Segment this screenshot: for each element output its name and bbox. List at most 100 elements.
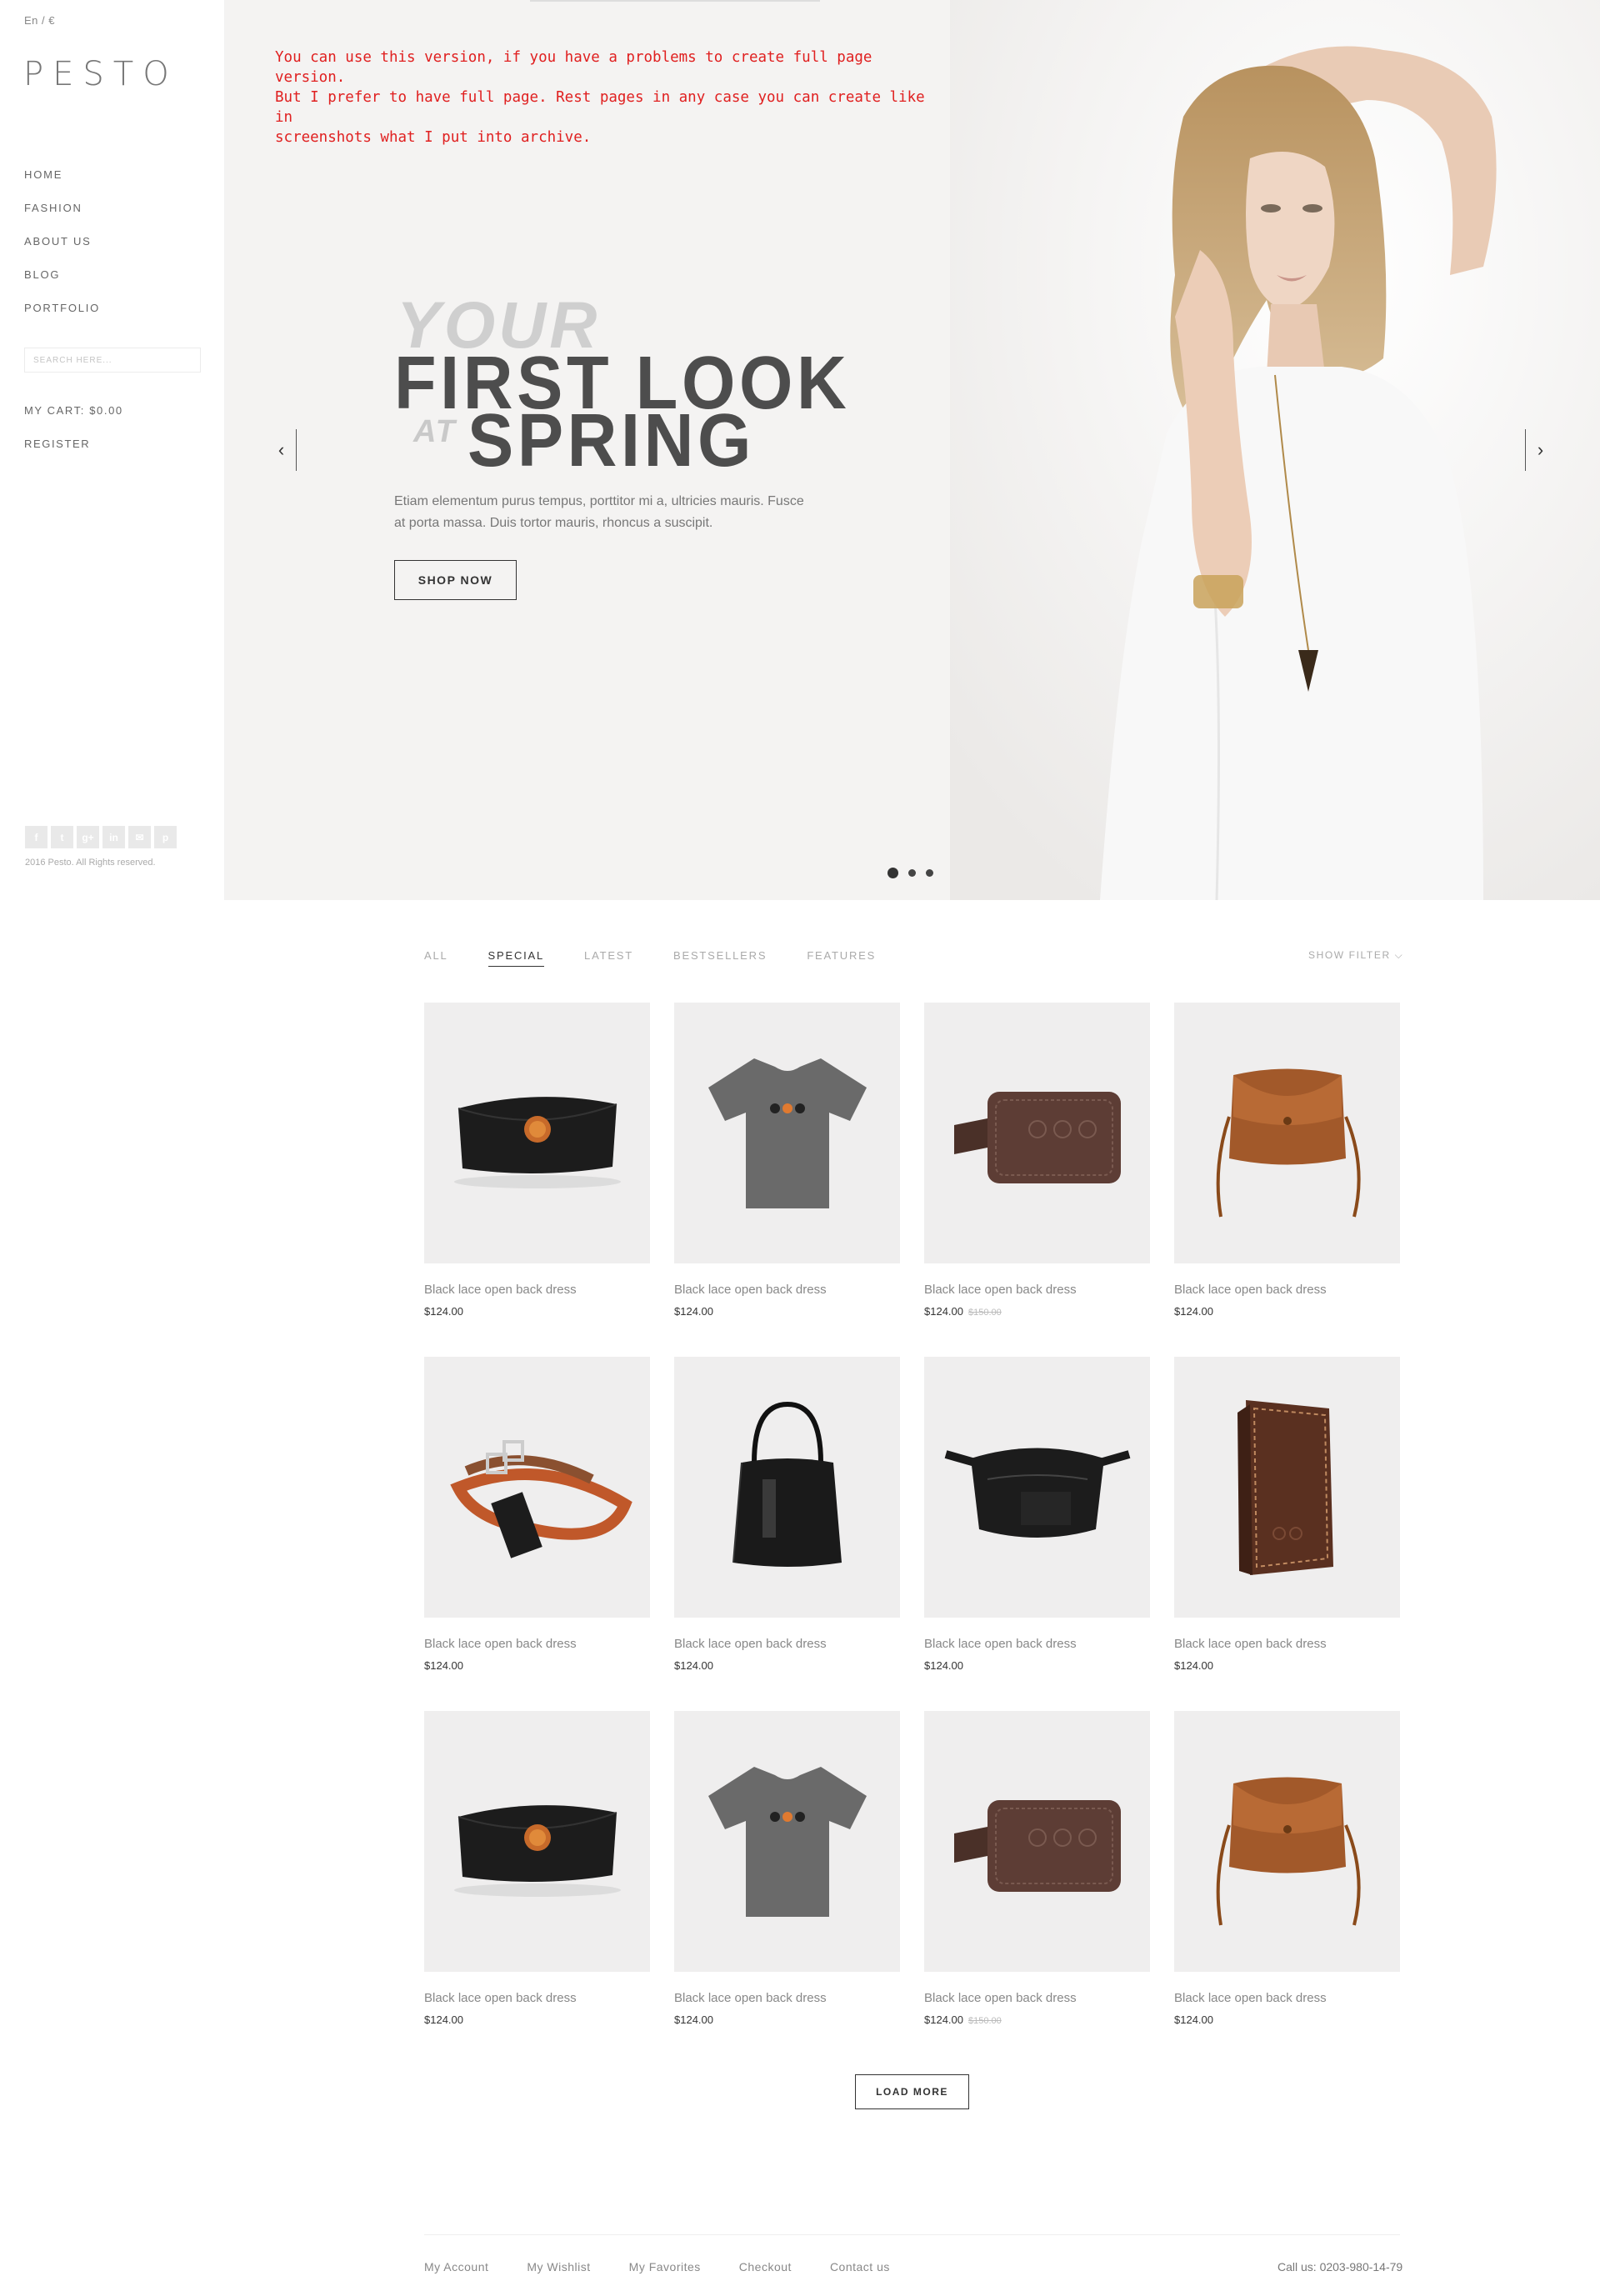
- product-name[interactable]: Black lace open back dress: [674, 1991, 900, 2005]
- product-name[interactable]: Black lace open back dress: [924, 1637, 1150, 1651]
- tab-latest[interactable]: LATEST: [584, 949, 633, 967]
- product-card[interactable]: Black lace open back dress $124.00: [424, 1003, 650, 1357]
- google-plus-icon[interactable]: g+: [77, 826, 99, 848]
- product-price: $124.00: [424, 1305, 650, 1318]
- product-image[interactable]: [424, 1357, 650, 1618]
- product-image[interactable]: [924, 1003, 1150, 1263]
- cart-link[interactable]: MY CART: $0.00: [24, 404, 123, 417]
- tab-special[interactable]: SPECIAL: [488, 949, 545, 967]
- hero-description: Etiam elementum purus tempus, porttitor …: [394, 494, 804, 530]
- product-grid: Black lace open back dress $124.00 Black l…: [424, 1003, 1400, 2065]
- product-price: $124.00: [1174, 1659, 1400, 1672]
- product-price: $124.00: [924, 1659, 1150, 1672]
- logo[interactable]: PESTO: [23, 55, 178, 93]
- product-image[interactable]: [674, 1003, 900, 1263]
- product-name[interactable]: Black lace open back dress: [1174, 1637, 1400, 1651]
- slider-dot[interactable]: [926, 869, 933, 877]
- slider-dots: [888, 868, 933, 878]
- product-image[interactable]: [1174, 1357, 1400, 1618]
- product-image[interactable]: [674, 1711, 900, 1972]
- product-name[interactable]: Black lace open back dress: [674, 1283, 900, 1297]
- nav-item-blog[interactable]: BLOG: [24, 268, 100, 302]
- product-card[interactable]: Black lace open back dress $124.00: [1174, 1357, 1400, 1711]
- tab-all[interactable]: ALL: [424, 949, 448, 967]
- product-current-price: $124.00: [674, 1659, 713, 1672]
- product-name[interactable]: Black lace open back dress: [1174, 1283, 1400, 1297]
- facebook-icon[interactable]: f: [25, 826, 48, 848]
- product-card[interactable]: Black lace open back dress $124.00: [1174, 1003, 1400, 1357]
- product-card[interactable]: Black lace open back dress $124.00: [1174, 1711, 1400, 2065]
- footer-link-contact-us[interactable]: Contact us: [830, 2260, 890, 2273]
- product-price: $124.00: [1174, 1305, 1400, 1318]
- tab-features[interactable]: FEATURES: [807, 949, 876, 967]
- hero-model-photo: [950, 0, 1600, 900]
- chevron-right-icon: ›: [1537, 439, 1544, 460]
- email-icon[interactable]: ✉: [128, 826, 151, 848]
- product-price: $124.00: [424, 2013, 650, 2026]
- product-card[interactable]: Black lace open back dress $124.00: [424, 1711, 650, 2065]
- chevron-left-icon: ‹: [278, 439, 285, 460]
- nav-item-about-us[interactable]: ABOUT US: [24, 235, 100, 268]
- register-link[interactable]: REGISTER: [24, 438, 90, 450]
- copyright: 2016 Pesto. All Rights reserved.: [25, 858, 156, 868]
- product-old-price: $150.00: [968, 2016, 1002, 2026]
- product-card[interactable]: Black lace open back dress $124.00 $150.00: [924, 1003, 1150, 1357]
- slider-dot[interactable]: [908, 869, 916, 877]
- hero-heading-at: AT: [413, 414, 457, 449]
- footer-divider: [424, 2234, 1400, 2235]
- nav-item-portfolio[interactable]: PORTFOLIO: [24, 302, 100, 335]
- tab-bestsellers[interactable]: BESTSELLERS: [673, 949, 767, 967]
- nav-item-fashion[interactable]: FASHION: [24, 202, 100, 235]
- product-name[interactable]: Black lace open back dress: [674, 1637, 900, 1651]
- product-image[interactable]: [1174, 1003, 1400, 1263]
- top-divider: [530, 0, 820, 2]
- hero-slider: You can use this version, if you have a …: [225, 0, 1600, 900]
- footer-link-my-account[interactable]: My Account: [424, 2260, 488, 2273]
- slider-next-button[interactable]: ›: [1525, 429, 1555, 471]
- linkedin-icon[interactable]: in: [102, 826, 125, 848]
- product-card[interactable]: Black lace open back dress $124.00: [674, 1357, 900, 1711]
- product-current-price: $124.00: [1174, 1659, 1213, 1672]
- product-current-price: $124.00: [424, 1305, 463, 1318]
- language-currency-switcher[interactable]: En / €: [24, 14, 55, 27]
- product-price: $124.00: [674, 1659, 900, 1672]
- product-name[interactable]: Black lace open back dress: [924, 1283, 1150, 1297]
- main-nav: HOME FASHION ABOUT US BLOG PORTFOLIO: [24, 168, 100, 335]
- product-card[interactable]: Black lace open back dress $124.00 $150.00: [924, 1711, 1150, 2065]
- product-name[interactable]: Black lace open back dress: [424, 1991, 650, 2005]
- product-image[interactable]: [1174, 1711, 1400, 1972]
- nav-item-home[interactable]: HOME: [24, 168, 100, 202]
- footer-link-my-favorites[interactable]: My Favorites: [629, 2260, 701, 2273]
- product-name[interactable]: Black lace open back dress: [424, 1283, 650, 1297]
- product-image[interactable]: [924, 1357, 1150, 1618]
- product-current-price: $124.00: [924, 1305, 963, 1318]
- designer-note: You can use this version, if you have a …: [275, 49, 925, 146]
- product-price: $124.00: [674, 2013, 900, 2026]
- product-current-price: $124.00: [674, 1305, 713, 1318]
- product-image[interactable]: [674, 1357, 900, 1618]
- product-price: $124.00: [1174, 2013, 1400, 2026]
- product-current-price: $124.00: [674, 2013, 713, 2026]
- product-card[interactable]: Black lace open back dress $124.00: [674, 1711, 900, 2065]
- product-old-price: $150.00: [968, 1308, 1002, 1318]
- product-name[interactable]: Black lace open back dress: [1174, 1991, 1400, 2005]
- product-card[interactable]: Black lace open back dress $124.00: [674, 1003, 900, 1357]
- show-filter-toggle[interactable]: SHOW FILTER ⌵: [1308, 949, 1403, 962]
- product-name[interactable]: Black lace open back dress: [424, 1637, 650, 1651]
- product-current-price: $124.00: [424, 2013, 463, 2026]
- pinterest-icon[interactable]: p: [154, 826, 177, 848]
- product-image[interactable]: [424, 1003, 650, 1263]
- product-image[interactable]: [924, 1711, 1150, 1972]
- load-more-button[interactable]: LOAD MORE: [855, 2074, 969, 2109]
- product-card[interactable]: Black lace open back dress $124.00: [924, 1357, 1150, 1711]
- product-image[interactable]: [424, 1711, 650, 1972]
- shop-now-button[interactable]: SHOP NOW: [394, 560, 517, 600]
- product-card[interactable]: Black lace open back dress $124.00: [424, 1357, 650, 1711]
- product-name[interactable]: Black lace open back dress: [924, 1991, 1150, 2005]
- slider-dot[interactable]: [888, 868, 898, 878]
- footer-link-checkout[interactable]: Checkout: [739, 2260, 792, 2273]
- slider-prev-button[interactable]: ‹: [267, 429, 297, 471]
- search-input[interactable]: [24, 348, 201, 373]
- twitter-icon[interactable]: t: [51, 826, 73, 848]
- footer-link-my-wishlist[interactable]: My Wishlist: [527, 2260, 590, 2273]
